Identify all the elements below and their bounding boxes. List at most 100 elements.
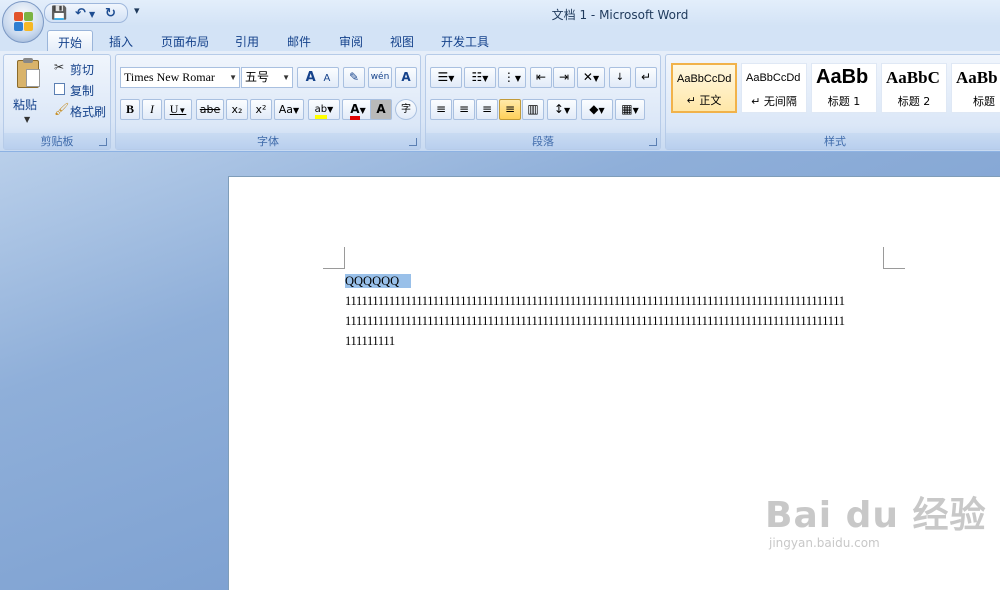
paragraph-launcher-icon[interactable] — [649, 138, 657, 146]
increase-indent-icon[interactable]: ⇥ — [553, 67, 575, 88]
font-size-combo[interactable]: 五号 ▼ — [241, 67, 293, 88]
font-group: Times New Romar ▼ 五号 ▼ A A ✎ wén A B I U… — [115, 54, 421, 150]
font-group-label: 字体 — [116, 133, 420, 149]
window-title: 文档 1 - Microsoft Word — [551, 8, 689, 22]
doc-line-3[interactable]: 1111111111111111111111111111111111111111… — [345, 311, 845, 331]
style-no-spacing[interactable]: AaBbCcDd ↵ 无间隔 — [741, 63, 807, 113]
clipboard-launcher-icon[interactable] — [99, 138, 107, 146]
chevron-down-icon: ▼ — [359, 106, 366, 115]
style-name: 标题 — [973, 95, 995, 108]
justify-icon[interactable]: ≡ — [499, 99, 521, 120]
style-sample: AaBbC — [886, 68, 940, 87]
watermark-url: jingyan.baidu.com — [769, 536, 880, 550]
undo-dropdown-icon[interactable]: ▼ — [89, 10, 95, 19]
cut-button[interactable]: ✂ 剪切 — [52, 60, 108, 78]
align-left-icon[interactable]: ≡ — [430, 99, 452, 120]
style-normal[interactable]: AaBbCcDd ↵ 正文 — [671, 63, 737, 113]
line-spacing-icon[interactable]: ↕▼ — [547, 99, 577, 120]
format-painter-button[interactable]: 🖌 格式刷 — [52, 102, 110, 120]
tab-developer[interactable]: 开发工具 — [431, 30, 499, 51]
undo-icon[interactable]: ↶ — [75, 6, 86, 21]
doc-line-4[interactable]: 111111111 — [345, 331, 395, 351]
decrease-indent-icon[interactable]: ⇤ — [530, 67, 552, 88]
shading-bucket-icon[interactable]: ◆▼ — [581, 99, 613, 120]
superscript-button[interactable]: x² — [250, 99, 272, 120]
copy-icon — [54, 83, 65, 95]
title-bar: 文档 1 - Microsoft Word — [0, 0, 1000, 26]
borders-icon[interactable]: ▦▼ — [615, 99, 645, 120]
style-name: ↵ 无间隔 — [751, 95, 797, 108]
bullets-icon[interactable]: ☰▼ — [430, 67, 462, 88]
styles-group-label: 样式 — [666, 133, 1000, 149]
paragraph-group-label: 段落 — [426, 133, 660, 149]
bold-button[interactable]: B — [120, 99, 140, 120]
tab-insert[interactable]: 插入 — [99, 30, 143, 51]
style-sample: AaBb — [816, 66, 869, 88]
doc-line-2[interactable]: 1111111111111111111111111111111111111111… — [345, 291, 845, 311]
style-name: ↵ 正文 — [686, 94, 722, 107]
paste-label: 粘贴 — [13, 98, 38, 112]
style-title[interactable]: AaBb 标题 — [951, 63, 1000, 113]
chevron-down-icon: ▼ — [229, 73, 237, 82]
subscript-button[interactable]: x₂ — [226, 99, 248, 120]
char-border-button[interactable]: A — [395, 67, 417, 88]
save-icon[interactable]: 💾 — [51, 6, 67, 21]
char-shading-button[interactable]: A — [370, 99, 392, 120]
office-logo-icon — [14, 12, 34, 32]
paste-dropdown-icon: ▼ — [24, 115, 31, 124]
font-size-value: 五号 — [245, 70, 270, 84]
align-center-icon[interactable]: ≡ — [453, 99, 475, 120]
tab-home[interactable]: 开始 — [47, 30, 94, 51]
font-name-value: Times New Romar — [124, 70, 215, 84]
chinese-layout-icon[interactable]: ✕▼ — [577, 67, 605, 88]
tab-references[interactable]: 引用 — [225, 30, 269, 51]
style-heading-1[interactable]: AaBb 标题 1 — [811, 63, 877, 113]
format-painter-label: 格式刷 — [70, 105, 107, 119]
selected-text[interactable]: QQQQQQ — [345, 274, 412, 288]
shrink-font-button[interactable]: A — [324, 73, 331, 84]
quick-access-toolbar: 💾 ↶ ▼ ↻ — [44, 3, 128, 23]
style-sample: AaBbCcDd — [746, 72, 801, 84]
pilcrow-icon[interactable]: ↵ — [635, 67, 657, 88]
font-launcher-icon[interactable] — [409, 138, 417, 146]
tab-page-layout[interactable]: 页面布局 — [151, 30, 219, 51]
chevron-down-icon: ▼ — [327, 105, 334, 114]
clipboard-icon — [17, 58, 40, 88]
clipboard-group-label: 剪贴板 — [4, 133, 110, 149]
chevron-down-icon: ▼ — [293, 106, 300, 115]
highlight-button[interactable]: ab▼ — [308, 99, 340, 120]
sort-icon[interactable]: ↓ — [609, 67, 631, 88]
baidu-watermark: Bai du 经验 jingyan.baidu.com — [765, 486, 987, 550]
distribute-icon[interactable]: ▥ — [522, 99, 544, 120]
margin-corner-top-left — [323, 247, 345, 269]
style-sample: AaBb — [956, 68, 998, 87]
font-name-combo[interactable]: Times New Romar ▼ — [120, 67, 240, 88]
multilevel-list-icon[interactable]: ⋮▼ — [498, 67, 526, 88]
phonetic-guide-button[interactable]: wén — [368, 67, 392, 88]
align-right-icon[interactable]: ≡ — [476, 99, 498, 120]
underline-button[interactable]: U▼ — [164, 99, 192, 120]
italic-button[interactable]: I — [142, 99, 162, 120]
strikethrough-button[interactable]: abe — [196, 99, 224, 120]
change-case-button[interactable]: Aa▼ — [274, 99, 304, 120]
office-button[interactable] — [2, 1, 44, 43]
grow-font-button[interactable]: A — [306, 70, 316, 85]
numbering-icon[interactable]: ☷▼ — [464, 67, 496, 88]
style-heading-2[interactable]: AaBbC 标题 2 — [881, 63, 947, 113]
doc-line-1[interactable]: QQQQQQ — [345, 271, 412, 291]
tab-view[interactable]: 视图 — [380, 30, 424, 51]
copy-button[interactable]: 复制 — [52, 81, 108, 99]
margin-corner-top-right — [883, 247, 905, 269]
copy-label: 复制 — [70, 84, 95, 98]
ribbon-tabs: 开始 插入 页面布局 引用 邮件 审阅 视图 开发工具 — [0, 26, 1000, 51]
tab-review[interactable]: 审阅 — [329, 30, 373, 51]
clipboard-group: 粘贴 ▼ ✂ 剪切 复制 🖌 格式刷 剪贴板 — [3, 54, 111, 150]
redo-icon[interactable]: ↻ — [105, 6, 116, 21]
enclose-char-button[interactable]: 字 — [395, 99, 417, 120]
paragraph-group: ☰▼ ☷▼ ⋮▼ ⇤ ⇥ ✕▼ ↓ ↵ ≡ ≡ ≡ ≡ ▥ ↕▼ ◆▼ ▦▼ 段… — [425, 54, 661, 150]
clear-format-icon[interactable]: ✎ — [343, 67, 365, 88]
paste-button[interactable]: 粘贴 ▼ — [8, 57, 48, 129]
customize-qat-icon[interactable]: ▾ — [134, 4, 140, 17]
style-name: 标题 1 — [827, 95, 861, 108]
tab-mailings[interactable]: 邮件 — [277, 30, 321, 51]
